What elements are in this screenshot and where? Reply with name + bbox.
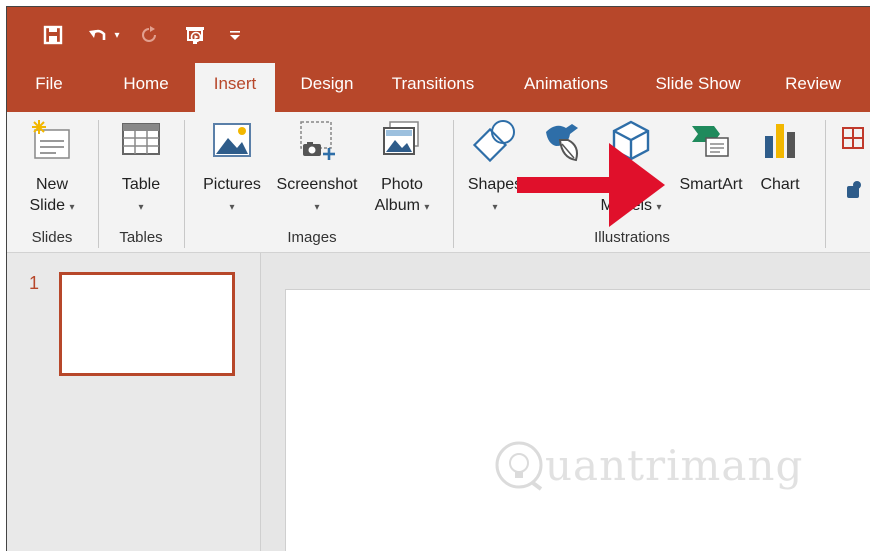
smartart-button[interactable]: SmartArt: [671, 112, 751, 230]
group-label-slides: Slides: [31, 229, 73, 246]
table-button[interactable]: Table ▾: [105, 112, 177, 230]
quick-access-toolbar: ▾: [7, 7, 870, 63]
new-slide-icon: [29, 118, 75, 171]
watermark-text: uantrimang: [545, 440, 804, 490]
tab-slide-show[interactable]: Slide Show: [645, 63, 751, 112]
table-label: Table ▾: [121, 176, 161, 213]
powerpoint-window: ▾ File Home Insert Design Transitions An…: [6, 6, 870, 551]
annotation-arrow: [517, 143, 665, 227]
photo-album-label: Photo Album ▾: [374, 176, 430, 214]
chart-label: Chart: [760, 176, 800, 193]
group-separator: [825, 120, 826, 248]
ribbon-insert: New Slide ▾ Table ▾ Pictures ▾ Screenshot ▾: [7, 112, 870, 253]
save-icon[interactable]: [41, 23, 65, 47]
chart-button[interactable]: Chart: [751, 112, 809, 230]
slide-editing-area[interactable]: [285, 289, 870, 551]
tab-design[interactable]: Design: [287, 63, 367, 112]
pictures-icon: [212, 118, 252, 165]
screenshot-label: Screenshot ▾: [276, 176, 358, 213]
new-slide-button[interactable]: New Slide ▾: [13, 112, 91, 230]
smartart-label: SmartArt: [679, 176, 743, 193]
my-add-ins-icon: [845, 180, 863, 203]
group-label-images: Images: [287, 229, 337, 246]
new-slide-label: New Slide ▾: [29, 176, 75, 214]
group-separator: [453, 120, 454, 248]
tab-review[interactable]: Review: [775, 63, 851, 112]
smartart-icon: [688, 118, 734, 167]
ribbon-tabs: File Home Insert Design Transitions Anim…: [7, 63, 870, 112]
group-separator: [184, 120, 185, 248]
add-ins-button[interactable]: [835, 112, 870, 230]
screenshot-icon: [295, 118, 339, 167]
shapes-icon: [471, 118, 519, 169]
group-separator: [98, 120, 99, 248]
start-from-beginning-icon[interactable]: [183, 23, 207, 47]
slide-number: 1: [29, 273, 40, 293]
photo-album-button[interactable]: Photo Album ▾: [367, 112, 437, 230]
pictures-label: Pictures ▾: [203, 176, 261, 213]
table-icon: [121, 118, 161, 163]
pictures-button[interactable]: Pictures ▾: [197, 112, 267, 230]
group-label-tables: Tables: [119, 229, 163, 246]
redo-icon[interactable]: [139, 23, 159, 47]
tab-file[interactable]: File: [25, 63, 73, 112]
tab-insert[interactable]: Insert: [195, 63, 275, 112]
tab-home[interactable]: Home: [111, 63, 181, 112]
watermark: uantrimang: [493, 439, 803, 491]
tab-animations[interactable]: Animations: [513, 63, 619, 112]
lightbulb-logo-icon: [495, 441, 543, 491]
undo-dropdown-icon[interactable]: ▾: [111, 23, 123, 47]
slide-thumbnail[interactable]: [59, 272, 235, 376]
customize-qat-icon[interactable]: [227, 23, 243, 47]
bar-chart-icon: [761, 118, 799, 167]
screenshot-button[interactable]: Screenshot ▾: [269, 112, 365, 230]
tab-transitions[interactable]: Transitions: [385, 63, 481, 112]
photo-album-icon: [380, 118, 424, 165]
store-icon: [841, 126, 865, 155]
undo-icon[interactable]: [85, 23, 111, 47]
